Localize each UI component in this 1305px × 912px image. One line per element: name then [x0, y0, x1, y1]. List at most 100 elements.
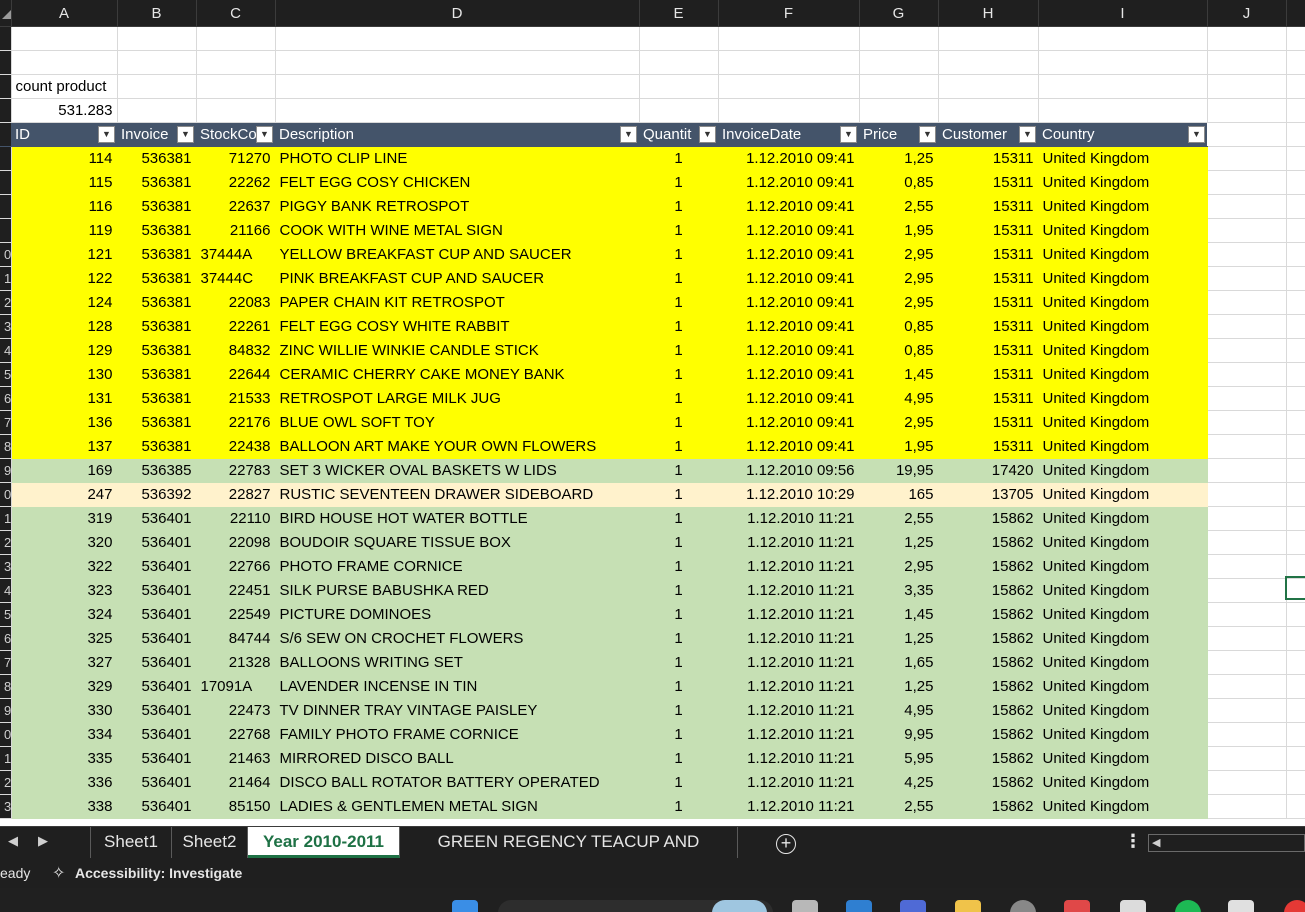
cell[interactable]	[275, 50, 640, 75]
cell[interactable]	[1207, 386, 1287, 411]
cell-invoicedate[interactable]: 1.12.2010 09:41	[718, 410, 860, 435]
cell[interactable]	[1207, 266, 1287, 291]
sheet-tab-sheet1[interactable]: Sheet1	[90, 827, 172, 858]
cell-id[interactable]: 247	[11, 482, 118, 507]
cell-quantity[interactable]: 1	[639, 674, 719, 699]
cell-invoicedate[interactable]: 1.12.2010 11:21	[718, 530, 860, 555]
cell-id[interactable]: 320	[11, 530, 118, 555]
more-options-icon[interactable]: ⋮	[1124, 831, 1142, 852]
row-header[interactable]: 0	[0, 242, 12, 267]
row-header[interactable]: 8	[0, 674, 12, 699]
row-header[interactable]: 5	[0, 362, 12, 387]
cell-invoicedate[interactable]: 1.12.2010 11:21	[718, 554, 860, 579]
select-all-corner[interactable]	[0, 0, 12, 27]
cell-invoice[interactable]: 536401	[117, 602, 197, 627]
cell-customer[interactable]: 15862	[938, 530, 1039, 555]
cell[interactable]	[1207, 530, 1287, 555]
cell[interactable]	[1207, 458, 1287, 483]
copilot-icon[interactable]	[900, 900, 926, 912]
cell-country[interactable]: United Kingdom	[1038, 314, 1208, 339]
cell-id[interactable]: 322	[11, 554, 118, 579]
cell[interactable]	[1286, 410, 1305, 435]
cell-id[interactable]: 325	[11, 626, 118, 651]
cell-stockcode[interactable]: 22768	[196, 722, 276, 747]
cell[interactable]	[859, 50, 939, 75]
add-sheet-icon[interactable]: +	[776, 834, 796, 854]
filter-dropdown-icon[interactable]: ▼	[256, 126, 273, 143]
cell-price[interactable]: 3,35	[859, 578, 939, 603]
cell-description[interactable]: RUSTIC SEVENTEEN DRAWER SIDEBOARD	[275, 482, 640, 507]
cell[interactable]	[1286, 770, 1305, 795]
table-header-invoice[interactable]: Invoice ▼	[117, 122, 196, 147]
cell[interactable]	[1207, 650, 1287, 675]
cell-id[interactable]: 169	[11, 458, 118, 483]
cell-country[interactable]: United Kingdom	[1038, 458, 1208, 483]
cell-price[interactable]: 1,65	[859, 650, 939, 675]
cell-country[interactable]: United Kingdom	[1038, 290, 1208, 315]
cell-stockcode[interactable]: 84744	[196, 626, 276, 651]
cell-country[interactable]: United Kingdom	[1038, 386, 1208, 411]
cell[interactable]	[1286, 98, 1305, 123]
cell[interactable]	[1286, 698, 1305, 723]
cell-stockcode[interactable]: 21328	[196, 650, 276, 675]
cell[interactable]	[275, 98, 640, 123]
cell-invoicedate[interactable]: 1.12.2010 11:21	[718, 626, 860, 651]
column-header[interactable]: B	[117, 0, 197, 27]
cell-quantity[interactable]: 1	[639, 698, 719, 723]
cell-quantity[interactable]: 1	[639, 314, 719, 339]
cell-invoice[interactable]: 536381	[117, 170, 197, 195]
cell-invoicedate[interactable]: 1.12.2010 11:21	[718, 770, 860, 795]
cell-stockcode[interactable]: 22438	[196, 434, 276, 459]
cell[interactable]	[1207, 242, 1287, 267]
cell-country[interactable]: United Kingdom	[1038, 242, 1208, 267]
cell-stockcode[interactable]: 22098	[196, 530, 276, 555]
cell-stockcode[interactable]: 21464	[196, 770, 276, 795]
cell-invoicedate[interactable]: 1.12.2010 11:21	[718, 746, 860, 771]
cell-price[interactable]: 0,85	[859, 170, 939, 195]
cell-invoice[interactable]: 536401	[117, 746, 197, 771]
row-header[interactable]: 6	[0, 626, 12, 651]
cell[interactable]	[1286, 338, 1305, 363]
cell-id[interactable]: 129	[11, 338, 118, 363]
row-header[interactable]: 6	[0, 386, 12, 411]
cell[interactable]	[1286, 674, 1305, 699]
cell-customer[interactable]: 15862	[938, 554, 1039, 579]
cell-price[interactable]: 0,85	[859, 314, 939, 339]
scroll-tabs-right-icon[interactable]: ▶	[38, 833, 48, 849]
cell[interactable]	[859, 98, 939, 123]
row-header[interactable]: 4	[0, 578, 12, 603]
cell-country[interactable]: United Kingdom	[1038, 170, 1208, 195]
cell-customer[interactable]: 15862	[938, 794, 1039, 819]
row-header[interactable]: 9	[0, 698, 12, 723]
cell-customer[interactable]: 15862	[938, 506, 1039, 531]
cell[interactable]	[117, 98, 197, 123]
cell[interactable]	[1286, 602, 1305, 627]
cell[interactable]	[1207, 194, 1287, 219]
cell-id[interactable]: 128	[11, 314, 118, 339]
cell-quantity[interactable]: 1	[639, 482, 719, 507]
cell-invoice[interactable]: 536381	[117, 434, 197, 459]
column-header[interactable]: G	[859, 0, 939, 27]
cell-id[interactable]: 131	[11, 386, 118, 411]
cell-stockcode[interactable]: 21463	[196, 746, 276, 771]
cell-invoicedate[interactable]: 1.12.2010 09:41	[718, 290, 860, 315]
cell-invoice[interactable]: 536381	[117, 290, 197, 315]
cell-invoice[interactable]: 536385	[117, 458, 197, 483]
row-header[interactable]	[0, 26, 12, 51]
cell-price[interactable]: 5,95	[859, 746, 939, 771]
cell-price[interactable]: 2,55	[859, 506, 939, 531]
cell-description[interactable]: TV DINNER TRAY VINTAGE PAISLEY	[275, 698, 640, 723]
cell[interactable]	[1286, 506, 1305, 531]
row-header[interactable]: 0	[0, 482, 12, 507]
cell-customer[interactable]: 15862	[938, 770, 1039, 795]
cell-invoice[interactable]: 536401	[117, 674, 197, 699]
cell-customer[interactable]: 15862	[938, 578, 1039, 603]
cell[interactable]	[1286, 146, 1305, 171]
cell-description[interactable]: PIGGY BANK RETROSPOT	[275, 194, 640, 219]
cell-quantity[interactable]: 1	[639, 554, 719, 579]
filter-dropdown-icon[interactable]: ▼	[1019, 126, 1036, 143]
cell-id[interactable]: 319	[11, 506, 118, 531]
cell-invoicedate[interactable]: 1.12.2010 09:41	[718, 338, 860, 363]
cell-price[interactable]: 2,95	[859, 242, 939, 267]
cell[interactable]	[1286, 530, 1305, 555]
